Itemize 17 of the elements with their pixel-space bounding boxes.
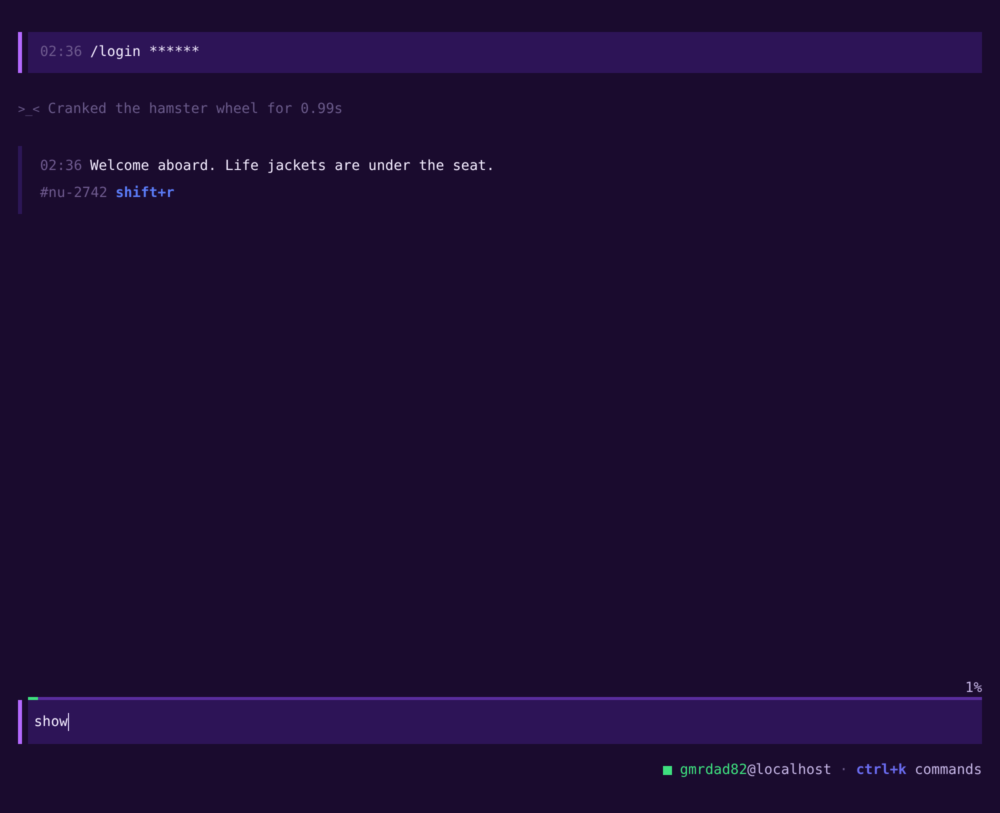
username: gmrdad82 [680,760,748,780]
entry-time: 02:36 [40,43,82,62]
entry-time: 02:36 [40,157,82,176]
status-emoticon: >_< [18,101,40,118]
progress-percent: 1% [965,680,982,696]
status-message: Cranked the hamster wheel for 0.99s [48,100,343,118]
text-cursor-icon [68,713,69,731]
input-field[interactable]: show [28,700,982,744]
separator-dot: · [840,760,848,780]
message-text: Welcome aboard. Life jackets are under the seat. [90,157,495,176]
hostname: @localhost [747,760,832,780]
shortcut-key: shift+r [115,180,174,207]
shortcut-label: commands [914,760,982,780]
message-id: #nu-2742 [40,184,108,203]
shortcut-key: ctrl+k [856,760,907,780]
command-text: /login ****** [90,43,200,62]
accent-bar [18,700,22,744]
